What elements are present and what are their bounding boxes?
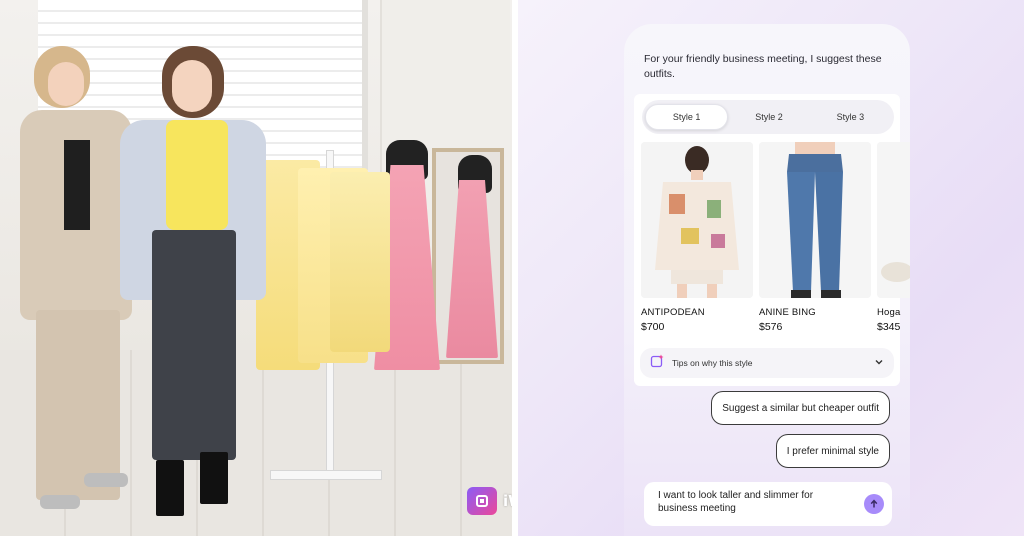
hero-photo: iWAND [0, 0, 512, 536]
outfit-card: Style 1 Style 2 Style 3 ANTIPODEAN $700 … [634, 94, 910, 386]
yellow-garment-3 [330, 172, 390, 352]
product-image [759, 142, 871, 298]
product-carousel: ANTIPODEAN $700 ANINE BING $576 Hoga $34… [641, 142, 910, 352]
product-card[interactable]: ANTIPODEAN $700 [641, 142, 753, 352]
suggestion-minimal-button[interactable]: I prefer minimal style [775, 434, 890, 468]
tab-style-2[interactable]: Style 2 [728, 104, 809, 130]
assistant-message: For your friendly business meeting, I su… [644, 53, 882, 80]
chat-screen: For your friendly business meeting, I su… [624, 24, 910, 536]
brand-logo-icon [467, 487, 497, 515]
product-image [641, 142, 753, 298]
product-brand: ANINE BING [759, 307, 816, 318]
brand-name: iWAND [503, 492, 512, 510]
suggestion-cheaper-button[interactable]: Suggest a similar but cheaper outfit [711, 391, 890, 425]
client-figure [120, 46, 270, 536]
product-brand: Hoga [877, 307, 901, 318]
brand-mark: iWAND [467, 487, 512, 515]
product-card[interactable]: ANINE BING $576 [759, 142, 871, 352]
sparkle-icon [650, 354, 664, 373]
tab-style-1[interactable]: Style 1 [645, 104, 729, 130]
product-brand: ANTIPODEAN [641, 307, 705, 318]
tips-expander[interactable]: Tips on why this style [640, 348, 894, 378]
product-image [877, 142, 910, 298]
message-input[interactable]: I want to look taller and slimmer for bu… [644, 482, 892, 526]
chevron-down-icon [874, 354, 884, 372]
tips-label: Tips on why this style [672, 358, 753, 368]
product-card[interactable]: Hoga $345 [877, 142, 910, 352]
message-input-text: I want to look taller and slimmer for bu… [658, 490, 814, 514]
arrow-up-icon [870, 499, 878, 508]
product-price: $345 [877, 321, 901, 333]
rack-base [270, 470, 382, 480]
product-price: $700 [641, 321, 665, 333]
tab-style-3[interactable]: Style 3 [810, 104, 891, 130]
send-button[interactable] [864, 494, 884, 514]
product-price: $576 [759, 321, 783, 333]
style-tabs: Style 1 Style 2 Style 3 [642, 100, 894, 134]
